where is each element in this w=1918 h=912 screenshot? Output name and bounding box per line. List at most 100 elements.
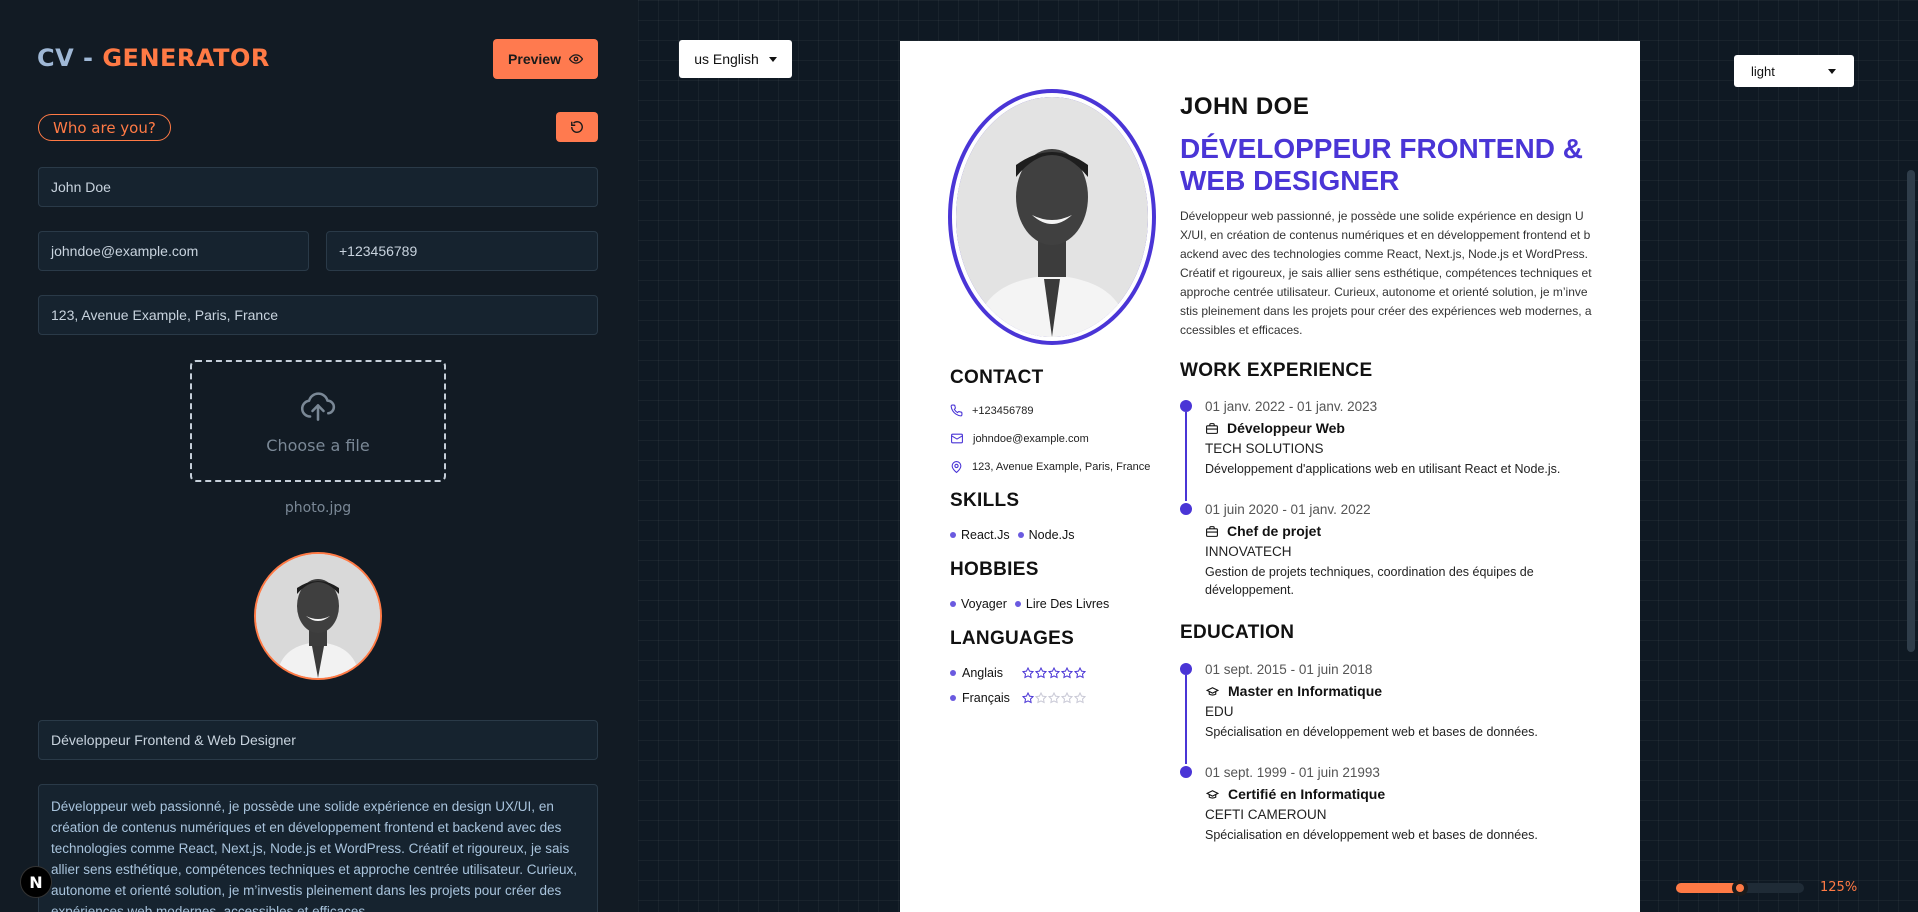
timeline-line [1185,412,1187,501]
name-input-value: John Doe [51,179,111,195]
star-filled-icon [1022,667,1034,679]
timeline-dot [1180,766,1192,778]
upload-label: Choose a file [266,435,370,455]
preview-button[interactable]: Preview [493,39,598,79]
map-pin-icon [951,461,962,474]
briefcase-icon [1206,422,1218,434]
zoom-slider-fill [1676,883,1740,893]
timeline-dot [1180,663,1192,675]
summary-textarea[interactable]: Développeur web passionné, je possède un… [38,784,598,912]
canvas-scrollbar[interactable] [1907,170,1915,652]
education-timeline: 01 sept. 2015 - 01 juin 2018 Master en I… [1180,661,1600,844]
language-item: Français [950,691,1086,705]
language-name: Anglais [962,666,1003,680]
cloud-upload-icon [300,391,336,421]
star-filled-icon [1074,667,1086,679]
skill-label: Node.Js [1028,528,1075,542]
skill-item: Node.Js [1017,528,1075,542]
zoom-slider-handle[interactable] [1732,880,1748,896]
star-filled-icon [1061,667,1073,679]
work-company: TECH SOLUTIONS [1205,441,1324,456]
theme-select[interactable]: light [1734,55,1854,87]
contact-phone-text: +123456789 [972,404,1034,417]
work-experience-heading: WORK EXPERIENCE [1180,360,1373,381]
nextjs-dev-badge[interactable]: N [20,866,52,898]
preview-button-label: Preview [508,51,561,67]
contact-heading: CONTACT [950,367,1044,388]
cv-document: JOHN DOE DÉVELOPPEUR FRONTEND & WEB DESI… [900,41,1640,912]
skill-label: React.Js [961,528,1010,542]
address-input[interactable]: 123, Avenue Example, Paris, France [38,295,598,335]
app-title: CV - GENERATOR [37,44,270,72]
star-empty-icon [1074,692,1086,704]
email-input-value: johndoe@example.com [51,243,199,259]
hobby-label: Voyager [961,597,1007,611]
app-title-separator: - [74,44,103,72]
refresh-icon [571,121,583,133]
phone-input[interactable]: +123456789 [326,231,598,271]
file-upload-dropzone[interactable]: Choose a file [190,360,446,482]
cv-name: JOHN DOE [1180,93,1310,120]
education-school: EDU [1205,704,1234,719]
graduation-cap-icon [1205,789,1220,799]
hobby-item: Lire Des Livres [1014,597,1110,611]
contact-phone: +123456789 [950,404,1033,417]
work-item: 01 juin 2020 - 01 janv. 2022 Chef de pro… [1180,501,1600,599]
skill-item: React.Js [950,528,1010,542]
education-degree: Master en Informatique [1228,683,1383,699]
star-filled-icon [1022,692,1034,704]
zoom-slider[interactable] [1676,880,1804,896]
work-item: 01 janv. 2022 - 01 janv. 2023 Développeu… [1180,398,1600,501]
address-input-value: 123, Avenue Example, Paris, France [51,307,278,323]
education-description: Spécialisation en développement web et b… [1205,725,1538,739]
star-filled-icon [1048,667,1060,679]
phone-input-value: +123456789 [339,243,418,259]
education-item: 01 sept. 1999 - 01 juin 21993 Certifié e… [1180,764,1600,844]
timeline-dot [1180,400,1192,412]
theme-select-value: light [1751,63,1775,79]
contact-address: 123, Avenue Example, Paris, France [950,460,1150,474]
graduation-cap-icon [1205,686,1220,696]
section-label-text: Who are you? [53,118,156,137]
education-description: Spécialisation en développement web et b… [1205,828,1538,842]
job-title-input[interactable]: Développeur Frontend & Web Designer [38,720,598,760]
skills-heading: SKILLS [950,490,1020,511]
education-heading: EDUCATION [1180,622,1295,643]
language-rating [1022,692,1086,704]
zoom-level: 125% [1820,880,1858,895]
work-role: Développeur Web [1227,420,1345,436]
reset-button[interactable] [556,112,598,142]
education-item: 01 sept. 2015 - 01 juin 2018 Master en I… [1180,661,1600,764]
language-select-value: us English [694,51,759,67]
chevron-down-icon [1828,68,1836,74]
briefcase-icon [1206,525,1218,537]
nextjs-badge-letter: N [29,872,43,892]
hobby-item: Voyager [950,597,1007,611]
profile-photo-preview [254,552,382,680]
section-label: Who are you? [38,114,171,141]
uploaded-file-name: photo.jpg [284,500,352,516]
work-company: INNOVATECH [1205,544,1292,559]
education-degree: Certifié en Informatique [1228,786,1386,802]
star-empty-icon [1035,692,1047,704]
hobby-label: Lire Des Livres [1025,597,1110,611]
app-title-part1: CV [37,44,75,72]
editor-panel: CV - GENERATOR Preview Who are you? John… [0,0,638,912]
timeline-dot [1180,503,1192,515]
star-empty-icon [1048,692,1060,704]
work-timeline: 01 janv. 2022 - 01 janv. 2023 Développeu… [1180,398,1600,599]
app-title-part2: GENERATOR [102,44,270,72]
eye-icon [568,54,583,64]
email-input[interactable]: johndoe@example.com [38,231,309,271]
hobbies-heading: HOBBIES [950,559,1039,580]
contact-email-text: johndoe@example.com [973,432,1089,445]
phone-icon [950,404,963,417]
work-date: 01 janv. 2022 - 01 janv. 2023 [1205,399,1378,414]
work-description: Développement d'applications web en util… [1205,462,1561,476]
language-select[interactable]: us English [679,40,792,78]
language-item: Anglais [950,666,1086,680]
contact-email: johndoe@example.com [950,432,1089,445]
name-input[interactable]: John Doe [38,167,598,207]
language-rating [1022,667,1086,679]
mail-icon [951,433,963,444]
